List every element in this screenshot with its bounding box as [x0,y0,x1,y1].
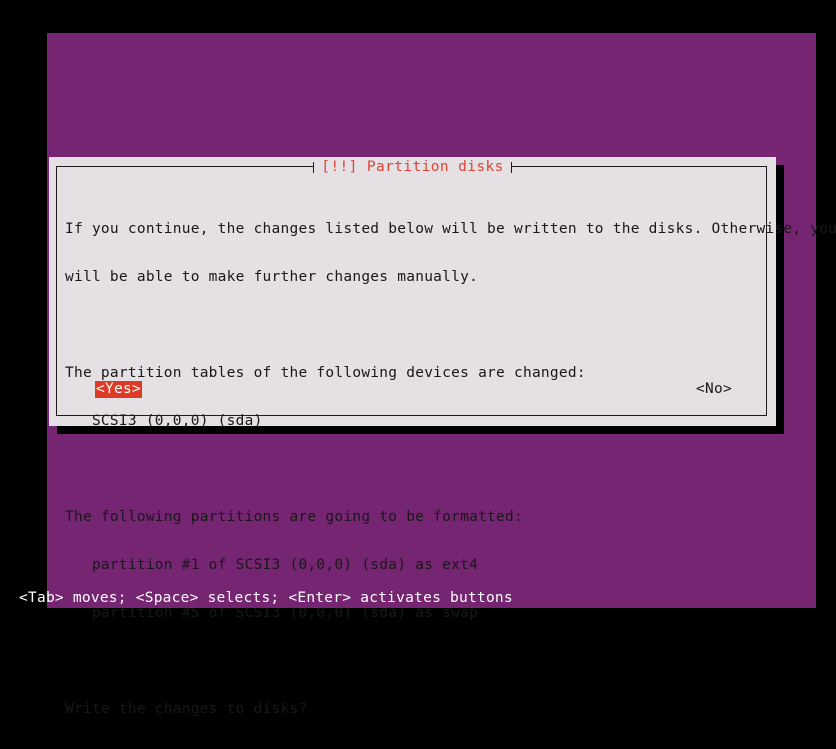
keyboard-help-text: <Tab> moves; <Space> selects; <Enter> ac… [19,590,513,606]
dialog-line-spacer [65,653,760,669]
dialog-line: partition #1 of SCSI3 (0,0,0) (sda) as e… [65,557,479,573]
dialog-line: The following partitions are going to be… [65,509,523,525]
no-button[interactable]: <No> [695,381,733,398]
dialog-line: If you continue, the changes listed belo… [65,221,836,237]
partition-disks-dialog: [!!] Partition disks If you continue, th… [49,157,836,717]
dialog-line: will be able to make further changes man… [65,269,479,285]
dialog-button-row: <Yes> <No> [49,381,776,401]
keyboard-help-statusbar: <Tab> moves; <Space> selects; <Enter> ac… [19,589,816,608]
dialog-message-body: If you continue, the changes listed belo… [65,189,836,749]
yes-button[interactable]: <Yes> [95,381,142,398]
dialog-line: SCSI3 (0,0,0) (sda) [65,413,263,429]
dialog-line: The partition tables of the following de… [65,365,586,381]
terminal-screen: [!!] Partition disks If you continue, th… [0,0,836,717]
dialog-line-spacer [65,461,760,477]
dialog-line: Write the changes to disks? [65,701,308,717]
dialog-line-spacer [65,317,760,333]
